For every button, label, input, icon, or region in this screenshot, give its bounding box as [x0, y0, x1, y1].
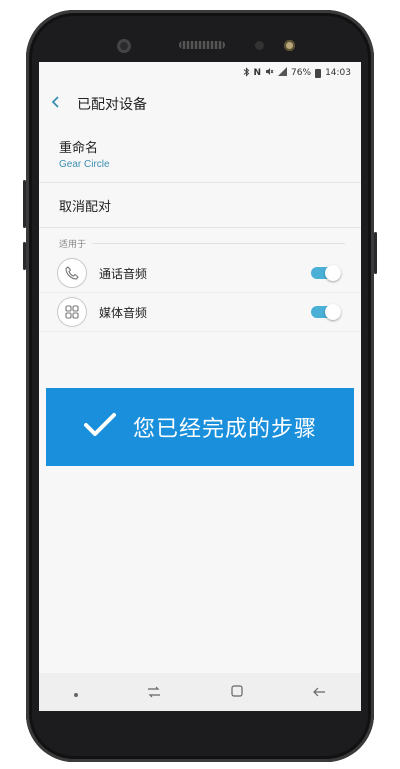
toggle-knob	[325, 304, 341, 320]
signal-icon	[278, 67, 288, 79]
section-divider	[92, 242, 345, 244]
unpair-item[interactable]: 取消配对	[39, 183, 361, 228]
media-icon	[57, 297, 87, 327]
power-button	[374, 232, 377, 274]
completed-step-banner: 您已经完成的步骤	[46, 388, 354, 466]
rename-label: 重命名	[59, 140, 99, 156]
section-label: 适用于	[59, 239, 87, 250]
unpair-label: 取消配对	[59, 199, 112, 215]
screen: N 76% 14:03 已配对设备 重命名 Gear Circle 取消配对 适…	[39, 62, 361, 711]
bluetooth-icon	[243, 66, 250, 80]
recent-apps-icon[interactable]	[146, 683, 162, 702]
media-audio-row[interactable]: 媒体音频	[39, 293, 361, 332]
section-header: 适用于	[39, 232, 361, 254]
front-camera	[117, 39, 131, 53]
battery-icon	[315, 68, 322, 78]
volume-button	[23, 180, 26, 228]
clock: 14:03	[325, 68, 351, 78]
call-audio-row[interactable]: 通话音频	[39, 254, 361, 293]
phone-icon	[57, 258, 87, 288]
home-icon[interactable]	[230, 683, 244, 702]
front-flash	[284, 40, 295, 51]
status-bar: N 76% 14:03	[39, 62, 361, 84]
rename-item[interactable]: 重命名 Gear Circle	[39, 124, 361, 183]
dot-icon[interactable]	[73, 683, 79, 702]
back-icon[interactable]	[311, 683, 327, 702]
earpiece-speaker	[179, 41, 225, 49]
battery-percent: 76%	[291, 68, 312, 78]
back-arrow-icon[interactable]	[51, 95, 77, 113]
toggle-knob	[325, 265, 341, 281]
nfc-icon: N	[253, 68, 262, 78]
app-bar: 已配对设备	[39, 84, 361, 124]
checkmark-icon	[83, 412, 117, 442]
proximity-sensor	[255, 41, 264, 50]
banner-text: 您已经完成的步骤	[132, 417, 317, 442]
bixby-button	[23, 242, 26, 270]
mute-icon	[265, 67, 274, 79]
page-title: 已配对设备	[77, 97, 147, 113]
navigation-bar	[39, 673, 361, 711]
device-name: Gear Circle	[59, 158, 110, 170]
call-audio-label: 通话音频	[99, 266, 148, 281]
call-audio-toggle[interactable]	[311, 265, 341, 281]
media-audio-label: 媒体音频	[99, 305, 148, 320]
media-audio-toggle[interactable]	[311, 304, 341, 320]
